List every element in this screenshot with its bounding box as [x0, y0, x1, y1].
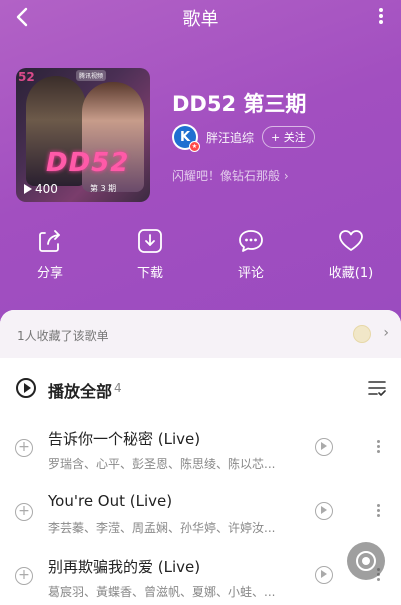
- download-label: 下载: [136, 266, 163, 281]
- more-vertical-icon[interactable]: [377, 6, 385, 28]
- cover-corner-text: 52: [18, 70, 35, 84]
- creator-avatar[interactable]: K ★: [172, 124, 200, 152]
- creator-row: K ★ 胖汪追综 + 关注: [172, 124, 315, 152]
- play-video-icon[interactable]: [315, 502, 333, 520]
- play-all-row[interactable]: 播放全部 4: [0, 370, 401, 406]
- star-badge-icon: ★: [189, 141, 200, 152]
- song-title: You're Out (Live): [48, 492, 173, 510]
- add-to-playlist-icon[interactable]: +: [15, 439, 33, 457]
- cover-logo: DD52: [46, 148, 130, 178]
- song-row[interactable]: + You're Out (Live) 李芸蓁、李滢、周孟娴、孙华婷、许婷汝..…: [0, 486, 401, 548]
- song-row[interactable]: + 别再欺骗我的爱 (Live) 葛宸羽、黃蝶香、曾滋帆、夏娜、小蛙、...: [0, 550, 401, 605]
- add-to-playlist-icon[interactable]: +: [15, 503, 33, 521]
- chevron-right-icon: ›: [383, 325, 389, 341]
- comment-button[interactable]: 评论: [211, 228, 291, 281]
- action-bar: 分享 下载 评论 收藏(1): [0, 228, 401, 288]
- collectors-bar[interactable]: 1人收藏了该歌单 ›: [0, 310, 401, 358]
- comment-icon: [239, 230, 263, 252]
- play-count: 400: [24, 182, 58, 196]
- song-artists: 葛宸羽、黃蝶香、曾滋帆、夏娜、小蛙、...: [48, 585, 276, 599]
- song-list-panel: 1人收藏了该歌单 › 播放全部 4 + 告诉你一个秘密 (Live) 罗瑞含、心…: [0, 310, 401, 605]
- collectors-text: 1人收藏了该歌单: [17, 329, 109, 343]
- playlist-description[interactable]: 闪耀吧！像钻石那般 ›: [172, 167, 289, 184]
- cover-subtitle: 第 3 期: [90, 184, 117, 193]
- play-video-icon[interactable]: [315, 438, 333, 456]
- play-circle-icon[interactable]: [16, 378, 36, 398]
- song-title: 别再欺骗我的爱 (Live): [48, 558, 201, 576]
- page-title: 歌单: [182, 9, 219, 30]
- creator-name[interactable]: 胖汪追综: [206, 129, 254, 146]
- play-count-icon: [24, 184, 32, 194]
- play-count-value: 400: [35, 182, 58, 196]
- heart-icon: [339, 230, 363, 251]
- play-video-icon[interactable]: [315, 566, 333, 584]
- more-vertical-icon[interactable]: [375, 502, 381, 522]
- more-vertical-icon[interactable]: [375, 438, 381, 458]
- favorite-label: 收藏(1): [328, 266, 374, 281]
- share-button[interactable]: 分享: [10, 228, 90, 281]
- playlist-cover[interactable]: 52 腾讯视频 DD52 第 3 期 400: [16, 68, 150, 202]
- song-title: 告诉你一个秘密 (Live): [48, 430, 201, 448]
- download-icon: [138, 229, 162, 253]
- playlist-title: DD52 第三期: [172, 92, 307, 116]
- song-count: 4: [114, 381, 122, 395]
- download-button[interactable]: 下载: [110, 228, 190, 281]
- song-row[interactable]: + 告诉你一个秘密 (Live) 罗瑞含、心平、彭圣恩、陈思绫、陈以芯...: [0, 422, 401, 484]
- collector-avatar-icon: [353, 325, 371, 343]
- top-bar: 歌单: [0, 0, 401, 34]
- add-to-playlist-icon[interactable]: +: [15, 567, 33, 585]
- floating-assistant-icon[interactable]: [347, 542, 385, 580]
- comment-label: 评论: [237, 266, 264, 281]
- cover-badge: 腾讯视频: [76, 70, 107, 81]
- song-artists: 罗瑞含、心平、彭圣恩、陈思绫、陈以芯...: [48, 457, 276, 471]
- list-manage-icon[interactable]: [368, 380, 386, 396]
- play-all-label[interactable]: 播放全部: [48, 378, 112, 402]
- follow-button[interactable]: + 关注: [262, 126, 315, 148]
- favorite-button[interactable]: 收藏(1): [311, 228, 391, 281]
- share-icon: [39, 230, 60, 252]
- song-artists: 李芸蓁、李滢、周孟娴、孙华婷、许婷汝...: [48, 521, 276, 535]
- share-label: 分享: [36, 266, 63, 281]
